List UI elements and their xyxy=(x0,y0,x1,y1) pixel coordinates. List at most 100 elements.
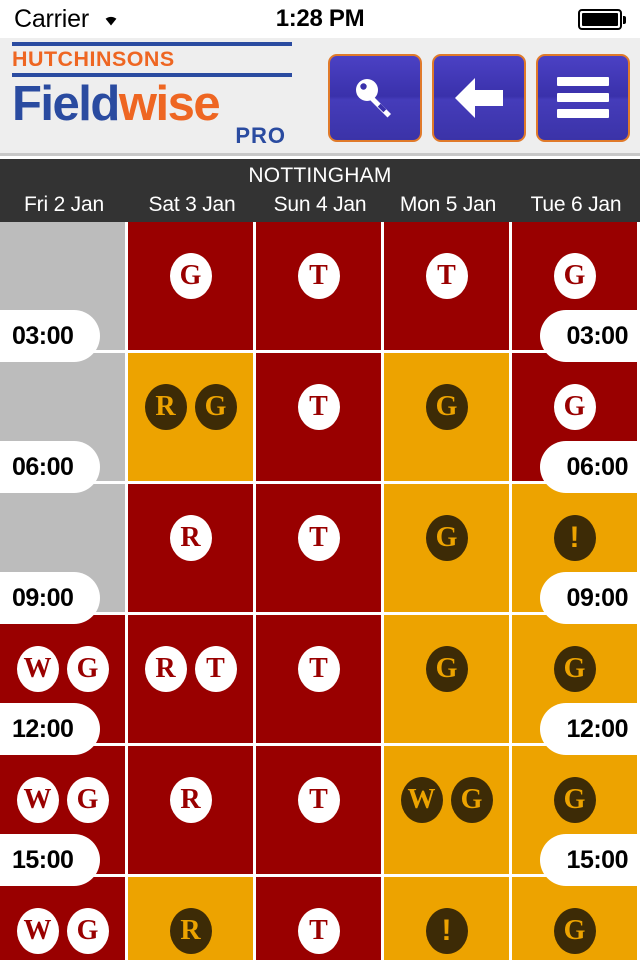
status-badge-g: G xyxy=(553,908,596,954)
grid-cell[interactable]: T xyxy=(256,484,381,612)
grid-cell[interactable]: T xyxy=(256,353,381,481)
grid-cell[interactable]: T xyxy=(256,746,381,874)
badge-group: T xyxy=(384,222,509,350)
status-badge-g: G xyxy=(66,777,109,823)
day-header-4[interactable]: Tue 6 Jan xyxy=(512,191,640,221)
grid-cell[interactable]: T xyxy=(256,877,381,960)
grid-cell[interactable]: G xyxy=(384,615,509,743)
status-badge-t: T xyxy=(297,646,340,692)
status-badge-r: R xyxy=(169,515,212,561)
back-button[interactable] xyxy=(432,54,526,142)
grid-cell[interactable]: WG xyxy=(0,877,125,960)
time-label-right: 03:00 xyxy=(540,310,640,362)
status-badge-r: R xyxy=(169,777,212,823)
time-label-left: 06:00 xyxy=(0,441,100,493)
badge-group: T xyxy=(256,353,381,481)
status-badge-g: G xyxy=(553,646,596,692)
badge-group: T xyxy=(256,615,381,743)
status-badge-t: T xyxy=(425,253,468,299)
status-badge-w: W xyxy=(16,777,59,823)
grid-cell[interactable]: R xyxy=(128,877,253,960)
status-badge-r: R xyxy=(169,908,212,954)
day-header-1[interactable]: Sat 3 Jan xyxy=(128,191,256,221)
time-label-left: 03:00 xyxy=(0,310,100,362)
time-label-right: 15:00 xyxy=(540,834,640,886)
menu-button[interactable] xyxy=(536,54,630,142)
grid-row: W G R T W G G 15:00 15:00 xyxy=(0,746,640,886)
grid-cell[interactable]: G xyxy=(384,484,509,612)
status-badge-g: G xyxy=(553,384,596,430)
day-header-3[interactable]: Mon 5 Jan xyxy=(384,191,512,221)
status-badge-g: G xyxy=(553,777,596,823)
status-badge-g: G xyxy=(425,646,468,692)
status-badge-g: G xyxy=(450,777,493,823)
logo-rule-top xyxy=(12,42,292,46)
arrow-left-icon xyxy=(451,72,507,124)
grid-cell[interactable]: ! xyxy=(384,877,509,960)
status-badge-r: R xyxy=(144,384,187,430)
location-title: NOTTINGHAM xyxy=(248,164,392,187)
badge-group: T xyxy=(256,484,381,612)
status-badge-w: W xyxy=(16,908,59,954)
time-label-right: 09:00 xyxy=(540,572,640,624)
status-badge-g: G xyxy=(169,253,212,299)
badge-group: T xyxy=(256,222,381,350)
badge-group: R xyxy=(128,484,253,612)
grid-row: W G R T T G G 12:00 12:00 xyxy=(0,615,640,755)
time-label-left: 09:00 xyxy=(0,572,100,624)
status-badge-g: G xyxy=(66,646,109,692)
grid-cell[interactable]: WG xyxy=(384,746,509,874)
grid-row: R T G! 09:00 09:00 xyxy=(0,484,640,624)
logo-field-part: Field xyxy=(12,77,120,131)
day-header-row: Fri 2 Jan Sat 3 Jan Sun 4 Jan Mon 5 Jan Tue … xyxy=(0,191,640,221)
status-badge-g: G xyxy=(553,253,596,299)
logo-hutchinsons-text: HUTCHINSONS xyxy=(12,48,175,71)
badge-group: ! xyxy=(384,877,509,960)
badge-group: G xyxy=(384,484,509,612)
badge-group: G xyxy=(384,615,509,743)
status-badge-g: G xyxy=(66,908,109,954)
grid-cell[interactable]: T xyxy=(256,615,381,743)
key-button[interactable] xyxy=(328,54,422,142)
day-header-2[interactable]: Sun 4 Jan xyxy=(256,191,384,221)
key-icon xyxy=(349,72,401,124)
app-logo: HUTCHINSONS Fieldwise PRO xyxy=(12,42,292,154)
status-bar-clock: 1:28 PM xyxy=(275,5,365,32)
status-badge-t: T xyxy=(297,253,340,299)
grid-cell[interactable]: RG xyxy=(128,353,253,481)
status-badge-t: T xyxy=(297,777,340,823)
status-badge-t: T xyxy=(297,384,340,430)
status-badge-w: W xyxy=(400,777,443,823)
status-badge-t: T xyxy=(297,515,340,561)
hamburger-menu-icon xyxy=(555,75,611,121)
grid-cell[interactable]: RT xyxy=(128,615,253,743)
status-badge-g: G xyxy=(425,384,468,430)
status-badge-w: W xyxy=(16,646,59,692)
status-badge-t: T xyxy=(297,908,340,954)
badge-group: RT xyxy=(128,615,253,743)
grid-cell[interactable]: G xyxy=(512,877,637,960)
day-header-0[interactable]: Fri 2 Jan xyxy=(0,191,128,221)
status-badge-alert: ! xyxy=(425,908,468,954)
battery-icon xyxy=(578,9,626,30)
time-label-left: 15:00 xyxy=(0,834,100,886)
time-label-left: 12:00 xyxy=(0,703,100,755)
grid-cell[interactable]: T xyxy=(256,222,381,350)
status-bar: Carrier 1:28 PM xyxy=(0,0,640,38)
status-badge-r: R xyxy=(144,646,187,692)
status-badge-alert: ! xyxy=(553,515,596,561)
badge-group: WG xyxy=(0,877,125,960)
grid-cell[interactable]: G xyxy=(128,222,253,350)
forecast-grid[interactable]: G T T G 03:00 03:00 R G T G G 06:00 06:00 R T G! 09:00 09… xyxy=(0,222,640,960)
grid-cell[interactable]: R xyxy=(128,746,253,874)
status-badge-g: G xyxy=(425,515,468,561)
grid-cell[interactable]: R xyxy=(128,484,253,612)
grid-row: R G T G G 06:00 06:00 xyxy=(0,353,640,493)
grid-cell[interactable]: G xyxy=(384,353,509,481)
badge-group: RG xyxy=(128,353,253,481)
badge-group: R xyxy=(128,746,253,874)
grid-cell[interactable]: T xyxy=(384,222,509,350)
badge-group: R xyxy=(128,877,253,960)
app-header: HUTCHINSONS Fieldwise PRO xyxy=(0,38,640,156)
grid-row: WGRT!G18:0018:00 xyxy=(0,877,640,960)
